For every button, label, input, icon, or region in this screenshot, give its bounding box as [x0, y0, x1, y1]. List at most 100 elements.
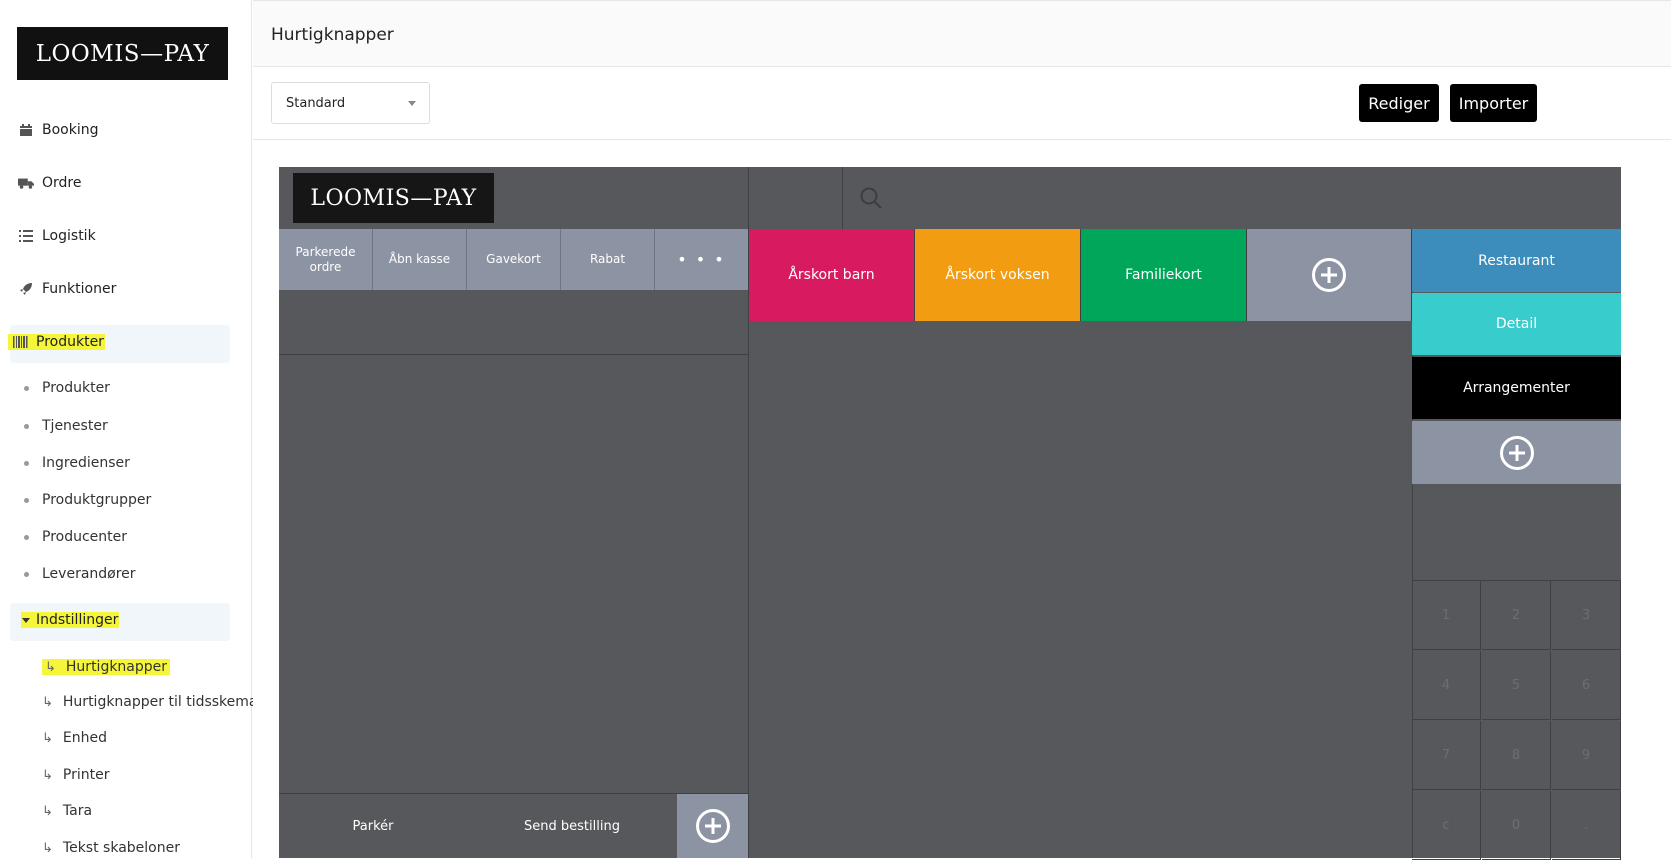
calendar-icon — [18, 122, 34, 138]
bullet-icon — [24, 385, 29, 391]
sidebar-subitem-produktgrupper[interactable]: Produktgrupper — [24, 492, 151, 508]
subitem-label: Enhed — [62, 730, 107, 746]
select-value: Standard — [286, 95, 346, 111]
sub-arrow-icon: ↳ — [42, 694, 53, 710]
sidebar-item-funktioner[interactable]: Funktioner — [18, 281, 116, 297]
quick-button-arskort-barn[interactable]: Årskort barn — [749, 229, 915, 321]
sidebar-item-label: Logistik — [42, 228, 96, 244]
plus-circle-icon — [695, 809, 730, 843]
sidebar-item-ordre[interactable]: Ordre — [18, 175, 81, 191]
sidebar-subitem-hurtigknapper[interactable]: ↳ Hurtigknapper — [42, 659, 171, 675]
add-category-button[interactable] — [1412, 421, 1621, 484]
numpad-key-3[interactable]: 3 — [1552, 581, 1621, 650]
numpad-key-5[interactable]: 5 — [1482, 651, 1551, 720]
park-button[interactable]: Parkér — [279, 794, 467, 858]
parked-orders-button[interactable]: Parkerede ordre — [279, 229, 373, 290]
subitem-label: Ingredienser — [42, 455, 130, 471]
quick-button-familiekort[interactable]: Familiekort — [1081, 229, 1247, 321]
subitem-label: Produktgrupper — [42, 492, 152, 508]
rocket-icon — [18, 281, 34, 297]
plus-circle-icon — [1312, 258, 1346, 292]
sidebar-item-logistik[interactable]: Logistik — [18, 228, 96, 244]
category-restaurant[interactable]: Restaurant — [1412, 229, 1621, 292]
sub-arrow-icon: ↳ — [42, 767, 53, 783]
sidebar-subitem-tara[interactable]: ↳ Tara — [42, 803, 92, 819]
sidebar-item-indstillinger[interactable]: Indstillinger — [21, 612, 120, 628]
page-title: Hurtigknapper — [271, 25, 394, 45]
layout-select[interactable]: Standard — [271, 82, 430, 124]
sub-arrow-icon: ↳ — [42, 730, 53, 746]
sidebar-item-produkter[interactable]: Produkter — [8, 334, 105, 350]
brand-logo[interactable]: LOOMIS—PAY — [17, 27, 228, 80]
truck-icon — [18, 175, 34, 191]
caret-down-icon — [22, 617, 30, 623]
sidebar-item-label: Produkter — [36, 334, 104, 350]
sidebar-subitem-tekst-skabeloner[interactable]: ↳ Tekst skabeloner — [42, 840, 180, 856]
edit-button[interactable]: Rediger — [1359, 84, 1439, 122]
sidebar-item-label: Ordre — [42, 175, 82, 191]
page-header: Hurtigknapper — [253, 0, 1671, 67]
sidebar-subitem-tjenester[interactable]: Tjenester — [24, 418, 108, 434]
sidebar: LOOMIS—PAY Booking Ordre Logistik Funkti… — [0, 0, 258, 858]
numpad-key-decimal[interactable]: . — [1552, 791, 1621, 860]
sidebar-subitem-printer[interactable]: ↳ Printer — [42, 767, 109, 783]
numpad-key-8[interactable]: 8 — [1482, 721, 1551, 790]
sub-arrow-icon: ↳ — [42, 840, 53, 856]
send-order-button[interactable]: Send bestilling — [467, 794, 677, 858]
category-arrangementer[interactable]: Arrangementer — [1412, 357, 1621, 419]
chevron-down-icon — [408, 101, 416, 106]
toolbar: Standard Rediger Importer — [253, 67, 1671, 140]
pos-preview: LOOMIS—PAY Parkerede ordre Åbn kasse Gav… — [279, 167, 1621, 860]
numpad-key-0[interactable]: 0 — [1482, 791, 1551, 860]
category-detail[interactable]: Detail — [1412, 293, 1621, 355]
subitem-label: Hurtigknapper — [65, 659, 168, 675]
subitem-label: Tekst skabeloner — [62, 840, 180, 856]
bullet-icon — [24, 497, 29, 503]
numpad: 1 2 3 4 5 6 7 8 9 c 0 . — [1412, 580, 1621, 860]
more-button[interactable]: • • • — [655, 229, 748, 290]
sidebar-subitem-produkter[interactable]: Produkter — [24, 380, 110, 396]
sidebar-item-label: Booking — [42, 122, 99, 138]
subitem-label: Hurtigknapper til tidsskema — [62, 694, 258, 710]
sidebar-subitem-producenter[interactable]: Producenter — [24, 529, 127, 545]
subitem-label: Producenter — [42, 529, 128, 545]
bullet-icon — [24, 423, 29, 429]
gift-card-button[interactable]: Gavekort — [467, 229, 561, 290]
subitem-label: Leverandører — [42, 566, 136, 582]
sidebar-item-booking[interactable]: Booking — [18, 122, 99, 138]
plus-circle-icon — [1499, 435, 1534, 470]
highlight: Indstillinger — [21, 612, 120, 628]
numpad-key-6[interactable]: 6 — [1552, 651, 1621, 720]
numpad-key-2[interactable]: 2 — [1482, 581, 1551, 650]
sub-arrow-icon: ↳ — [42, 803, 53, 819]
subitem-label: Tjenester — [42, 418, 108, 434]
add-action-button[interactable] — [677, 794, 748, 858]
bullet-icon — [24, 460, 29, 466]
open-drawer-button[interactable]: Åbn kasse — [373, 229, 467, 290]
search-input[interactable] — [843, 167, 1621, 229]
add-quick-button[interactable] — [1247, 229, 1412, 321]
list-icon — [18, 228, 34, 244]
quick-button-arskort-voksen[interactable]: Årskort voksen — [915, 229, 1081, 321]
search-icon — [859, 186, 883, 214]
pos-logo: LOOMIS—PAY — [293, 173, 494, 223]
sidebar-subitem-enhed[interactable]: ↳ Enhed — [42, 730, 107, 746]
sidebar-subitem-hurtigknapper-tidsskema[interactable]: ↳ Hurtigknapper til tidsskema — [42, 694, 258, 710]
bullet-icon — [24, 571, 29, 577]
import-button[interactable]: Importer — [1450, 84, 1537, 122]
numpad-key-4[interactable]: 4 — [1412, 651, 1481, 720]
numpad-key-clear[interactable]: c — [1412, 791, 1481, 860]
highlight: ↳ Hurtigknapper — [42, 659, 171, 675]
sidebar-subitem-leverandorer[interactable]: Leverandører — [24, 566, 136, 582]
numpad-key-7[interactable]: 7 — [1412, 721, 1481, 790]
sub-arrow-icon: ↳ — [45, 659, 56, 675]
discount-button[interactable]: Rabat — [561, 229, 655, 290]
sidebar-item-label: Funktioner — [42, 281, 117, 297]
numpad-key-1[interactable]: 1 — [1412, 581, 1481, 650]
barcode-icon — [12, 334, 28, 350]
sidebar-subitem-ingredienser[interactable]: Ingredienser — [24, 455, 130, 471]
subitem-label: Produkter — [42, 380, 110, 396]
divider — [279, 354, 748, 355]
numpad-key-9[interactable]: 9 — [1552, 721, 1621, 790]
subitem-label: Printer — [62, 767, 110, 783]
